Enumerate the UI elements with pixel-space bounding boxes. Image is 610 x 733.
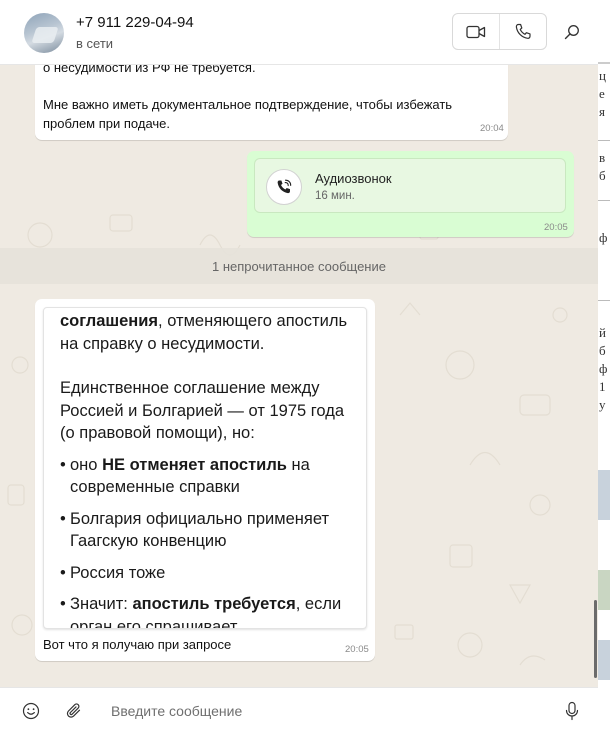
message-input[interactable]: Введите сообщение <box>111 703 242 719</box>
contact-status: в сети <box>76 36 114 51</box>
image-text-span: Россия тоже <box>70 563 166 582</box>
message-line: Мне важно иметь документальное подтвержд… <box>43 97 453 112</box>
contact-name[interactable]: +7 911 229-04-94 <box>76 14 194 31</box>
video-call-icon <box>466 25 486 38</box>
call-title: Аудиозвонок <box>315 171 392 186</box>
message-line: проблем при подаче. <box>43 116 170 131</box>
image-text-span: современные справки <box>70 478 240 496</box>
call-duration: 16 мин. <box>315 190 355 202</box>
chat-scrollbar[interactable] <box>594 600 597 678</box>
avatar[interactable] <box>24 13 64 53</box>
message-list[interactable]: о несудимости из РФ не требуется. Мне ва… <box>0 65 598 687</box>
background-window: ц е я в б ф й б ф 1 у <box>596 0 610 733</box>
message-time: 20:04 <box>480 123 504 134</box>
phone-call-icon <box>277 179 292 194</box>
attach-button[interactable] <box>64 701 84 721</box>
image-caption: Вот что я получаю при запросе <box>43 637 232 652</box>
image-text-span: , если <box>295 595 342 613</box>
image-bullet: Болгария официально применяет Гаагскую к… <box>60 508 360 553</box>
phone-icon <box>515 23 531 39</box>
image-text-span: Гаагскую конвенцию <box>70 532 227 550</box>
image-text-line: (о правовой помощи), но: <box>60 424 255 442</box>
image-text: соглашения, отменяющего апостиль на спра… <box>60 310 360 629</box>
microphone-icon <box>565 701 579 721</box>
image-text-span: оно <box>70 455 103 474</box>
search-button[interactable] <box>560 20 584 44</box>
image-text-span: орган его спрашивает <box>70 617 238 629</box>
voice-call-button[interactable] <box>499 14 546 49</box>
call-buttons <box>452 13 547 50</box>
image-text-bold: НЕ отменяет апостиль <box>102 455 287 474</box>
message-composer: Введите сообщение <box>0 687 598 733</box>
message-line: о несудимости из РФ не требуется. <box>43 65 256 75</box>
image-text-span: Значит: <box>70 595 133 613</box>
image-bullet: Россия тоже <box>60 562 360 585</box>
incoming-image-message[interactable]: соглашения, отменяющего апостиль на спра… <box>35 299 375 661</box>
call-icon-badge <box>266 169 302 205</box>
image-text-line: Россией и Болгарией — от 1975 года <box>60 401 345 420</box>
image-bullet: оно НЕ отменяет апостиль на современные … <box>60 454 360 499</box>
chat-window: +7 911 229-04-94 в сети о несудимости из… <box>0 0 598 733</box>
attach-icon <box>66 703 81 718</box>
audio-call-card[interactable]: Аудиозвонок 16 мин. <box>254 158 566 213</box>
image-bullet: Значит: апостиль требуется, если орган е… <box>60 593 360 629</box>
emoji-button[interactable] <box>21 701 41 721</box>
image-text-span: Болгария официально применяет <box>70 509 330 528</box>
image-text-line: на справку о несудимости. <box>60 334 265 353</box>
image-text-bold: соглашения <box>60 312 159 330</box>
unread-divider: 1 непрочитанное сообщение <box>0 248 598 284</box>
image-text-span: на <box>286 455 310 474</box>
video-call-button[interactable] <box>453 14 499 49</box>
voice-message-button[interactable] <box>562 701 582 721</box>
image-text-span: , отменяющего апостиль <box>158 312 348 330</box>
emoji-icon <box>22 702 40 720</box>
outgoing-call-message[interactable]: Аудиозвонок 16 мин. 20:05 <box>247 151 574 237</box>
attached-image[interactable]: соглашения, отменяющего апостиль на спра… <box>43 307 367 629</box>
image-text-bold: апостиль требуется <box>132 595 296 613</box>
search-icon <box>564 25 579 40</box>
incoming-message[interactable]: о несудимости из РФ не требуется. Мне ва… <box>35 65 508 140</box>
chat-header: +7 911 229-04-94 в сети <box>0 0 598 65</box>
image-text-line: Единственное соглашение между <box>60 379 320 397</box>
message-time: 20:05 <box>544 222 568 233</box>
message-time: 20:05 <box>345 644 369 655</box>
